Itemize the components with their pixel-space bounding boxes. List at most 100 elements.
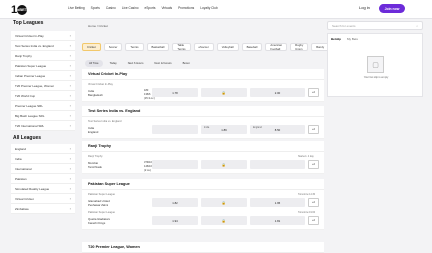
join-now-button[interactable]: Join now (379, 4, 405, 13)
sport-tab[interactable]: Tennis (125, 43, 144, 51)
all-league-item[interactable]: Pakistan › (11, 174, 75, 184)
odds-label: India (204, 126, 210, 129)
sport-tab[interactable]: Volleyball (216, 43, 239, 51)
odds-value: 8.50 (274, 127, 281, 132)
top-navigation-bar: 1 xBET Live Betting Sports Casino Live C… (0, 0, 432, 19)
nav-virtuals[interactable]: Virtuals (161, 6, 172, 10)
time-filter-tab[interactable]: Today (106, 60, 121, 67)
top-league-item[interactable]: Pakistan Super League › (11, 61, 75, 71)
top-league-item[interactable]: T20 Premier League, Women › (11, 81, 75, 91)
more-markets-button[interactable]: +2 (308, 88, 319, 97)
top-league-item[interactable]: T20 International SRL › (11, 121, 75, 131)
odds-button-away[interactable]: 1.81 (250, 216, 305, 225)
tab-my-bets[interactable]: My Bets (347, 37, 358, 41)
time-filter-tabs: All Time Today Next 6 Hours Next 12 Hours Bo… (85, 60, 193, 67)
league-title[interactable]: T20 Premier League, Women (82, 242, 324, 253)
top-league-item[interactable]: Indian Premier League › (11, 71, 75, 81)
top-league-item[interactable]: Virtual Cricket In-Play › (11, 31, 75, 41)
league-title[interactable]: Ranji Trophy (82, 141, 324, 152)
odds-label: England (253, 126, 262, 129)
score-away: 136/6 (144, 93, 151, 96)
league-block: Test Series India vs. England Test Series… (82, 106, 324, 139)
more-markets-button[interactable]: +2 (308, 198, 319, 207)
odds-button-home[interactable] (152, 160, 198, 169)
odds-value: 1.78 (172, 90, 178, 95)
odds-button-home[interactable]: 1.78 (152, 88, 198, 97)
odds-button-away[interactable] (250, 160, 305, 169)
sport-tab[interactable]: Soccer (103, 43, 123, 51)
odds-button-draw[interactable]: India 1.89 (201, 125, 247, 134)
top-league-item[interactable]: T20 World Cup › (11, 91, 75, 101)
logo-badge: xBET (17, 4, 27, 15)
team-away: Peshawar Zalmi (88, 203, 109, 207)
league-title[interactable]: Pakistan Super League (82, 179, 324, 190)
more-markets-button[interactable]: +2 (308, 216, 319, 225)
nav-promotions[interactable]: Promotions (178, 6, 194, 10)
odds-button-draw[interactable]: 🔒 (201, 198, 247, 207)
all-leagues-heading: All Leagues (13, 135, 42, 141)
chevron-right-icon: › (69, 156, 71, 161)
more-markets-button[interactable]: +2 (308, 125, 319, 134)
nav-sports[interactable]: Sports (91, 6, 100, 10)
top-leagues-heading: Top Leagues (13, 20, 44, 26)
sport-tab[interactable]: Baseball (241, 43, 263, 51)
odds-button-away[interactable]: 1.95 (250, 198, 305, 207)
login-button[interactable]: Log in (359, 5, 370, 10)
time-filter-tab[interactable]: All Time (85, 60, 103, 67)
all-league-item-label: India (15, 156, 22, 161)
empty-betslip-text: Your bet slip is empty (363, 76, 389, 79)
match-row[interactable]: Pakistan Super League Tomorrow 19:00 Quett… (82, 208, 324, 230)
top-league-item[interactable]: Ranji Trophy › (11, 51, 75, 61)
all-league-item[interactable]: India › (11, 154, 75, 164)
odds-button-home[interactable]: 1.82 (152, 198, 198, 207)
top-league-item[interactable]: Premier League SRL › (11, 101, 75, 111)
sport-tab[interactable]: Table Tennis (172, 43, 191, 51)
nav-live-betting[interactable]: Live Betting (68, 6, 85, 10)
more-markets-count: +2 (312, 91, 315, 94)
sport-tab[interactable]: American Football (265, 43, 288, 51)
all-league-item[interactable]: Virtual Cricket › (11, 194, 75, 204)
search-input[interactable]: Search for events ⌕ (327, 21, 423, 30)
odds-button-away[interactable]: 2.00 (250, 88, 305, 97)
odds-button-away[interactable]: England 8.50 (250, 125, 305, 134)
chevron-right-icon: › (69, 196, 71, 201)
top-league-item[interactable]: Big Bash League SRL › (11, 111, 75, 121)
match-row[interactable]: Ranji Trophy Started • 4 day Mumbai Tamil N… (82, 152, 324, 174)
site-logo[interactable]: 1 xBET (11, 3, 29, 16)
odds-button-draw[interactable]: 🔒 (201, 160, 247, 169)
top-league-item[interactable]: Test Series India vs. England › (11, 41, 75, 51)
match-row[interactable]: Virtual Cricket In-Play India Bangladesh 18… (82, 80, 324, 102)
breadcrumb: Home / Cricket (88, 24, 108, 28)
nav-esports[interactable]: eSports (144, 6, 155, 10)
sport-tab[interactable]: Basketball (146, 43, 170, 51)
odds-value: 1.89 (221, 127, 227, 132)
all-league-item[interactable]: International › (11, 164, 75, 174)
time-filter-tab[interactable]: Next 12 Hours (150, 60, 175, 67)
tab-betslip[interactable]: Betslip (331, 37, 341, 41)
all-league-item-label: Virtual Cricket (15, 196, 34, 201)
top-league-item-label: T20 International SRL (15, 123, 45, 128)
chevron-right-icon: › (69, 176, 71, 181)
odds-button-draw[interactable]: 🔒 (201, 88, 247, 97)
odds-button-draw[interactable]: 🔒 (201, 216, 247, 225)
nav-loyalty-club[interactable]: Loyalty Club (200, 6, 218, 10)
league-block: Pakistan Super League Tomorrow 19:00 Quett… (82, 208, 324, 230)
sport-tab[interactable]: Rugby Union (290, 43, 309, 51)
time-filter-tab[interactable]: Boost (179, 60, 194, 67)
all-league-item[interactable]: Simulated Reality League › (11, 184, 75, 194)
nav-casino[interactable]: Casino (106, 6, 116, 10)
all-league-item[interactable]: England › (11, 144, 75, 154)
league-title[interactable]: Test Series India vs. England (82, 106, 324, 117)
league-title[interactable]: Virtual Cricket In-Play (82, 69, 324, 80)
match-row[interactable]: Test Series India vs. England India Englan… (82, 117, 324, 139)
match-status: Tomorrow 19:00 (298, 211, 316, 214)
sport-tab[interactable]: eSoccer (193, 43, 214, 51)
more-markets-button[interactable]: +2 (308, 160, 319, 169)
odds-button-home[interactable]: 1.94 (152, 216, 198, 225)
all-league-item[interactable]: Zimbabwe › (11, 204, 75, 214)
sport-tab[interactable]: Cricket (82, 43, 101, 51)
odds-button-home[interactable] (152, 125, 198, 134)
time-filter-tab[interactable]: Next 6 Hours (124, 60, 148, 67)
chevron-right-icon: › (69, 53, 71, 58)
nav-live-casino[interactable]: Live Casino (122, 6, 139, 10)
